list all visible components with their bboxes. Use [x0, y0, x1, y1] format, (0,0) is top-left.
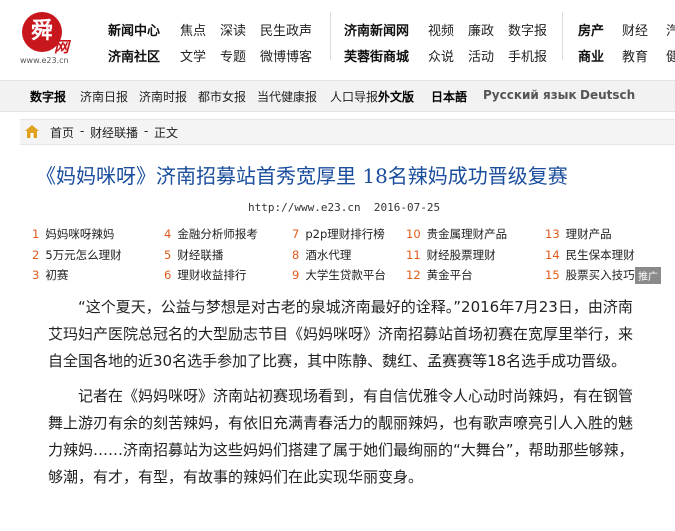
nav-link-minsheng[interactable]: 民生政声: [260, 20, 312, 39]
article-meta: http://www.e23.cn 2016-07-25: [248, 201, 440, 214]
nav-link-zhongshuo[interactable]: 众说: [428, 46, 454, 65]
nav-divider: [330, 12, 331, 60]
nav-link-literature[interactable]: 文学: [180, 46, 206, 65]
article-paragraph: “这个夏天，公益与梦想是对古老的泉城济南最好的诠释。”2016年7月23日，由济…: [48, 298, 634, 370]
related-link[interactable]: 5 财经联播: [164, 247, 223, 263]
breadcrumb-current: 正文: [154, 126, 179, 140]
article-source-url: http://www.e23.cn: [248, 201, 361, 214]
related-link[interactable]: 9 大学生贷款平台: [292, 267, 386, 283]
nav-link-finance[interactable]: 财经: [622, 20, 648, 39]
article-title: 《妈妈咪呀》济南招募站首秀宽厚里 18名辣妈成功晋级复赛: [36, 164, 568, 188]
breadcrumb-section[interactable]: 财经联播: [90, 124, 138, 141]
related-link[interactable]: 2 5万元怎么理财: [32, 247, 122, 263]
paper-link-jinan-daily[interactable]: 济南日报: [80, 88, 128, 105]
related-link[interactable]: 4 金融分析师报考: [164, 226, 258, 242]
nav-link-lianzheng[interactable]: 廉政: [468, 20, 494, 39]
related-link[interactable]: 7 p2p理财排行榜: [292, 226, 385, 242]
nav-link-video[interactable]: 视频: [428, 20, 454, 39]
nav-link-community[interactable]: 济南社区: [108, 46, 160, 65]
logo-suffix: 网: [54, 38, 70, 56]
article-paragraph: 记者在《妈妈咪呀》济南站初赛现场看到，有自信优雅令人心动时尚辣妈，有在钢管舞上游…: [48, 387, 634, 486]
nav-link-mobile-paper[interactable]: 手机报: [508, 46, 547, 65]
breadcrumb-separator: -: [144, 124, 149, 138]
breadcrumb-separator: -: [80, 124, 85, 138]
related-link[interactable]: 1 妈妈咪呀辣妈: [32, 226, 114, 242]
paper-link-population[interactable]: 人口导报: [330, 88, 378, 105]
breadcrumb: 首页 - 财经联播 - 正文: [20, 119, 675, 145]
related-link[interactable]: 15 股票买入技巧: [545, 267, 635, 283]
paper-link-women[interactable]: 都市女报: [198, 88, 246, 105]
nav-link-jinan-news[interactable]: 济南新闻网: [344, 20, 409, 39]
paper-link-japanese[interactable]: 日本語: [431, 88, 467, 105]
related-link[interactable]: 12 黄金平台: [406, 267, 473, 283]
site-logo[interactable]: 舜 网 www.e23.cn: [20, 8, 78, 66]
nav-link-mall[interactable]: 芙蓉街商城: [344, 46, 409, 65]
paper-link-russian[interactable]: Русский язык: [483, 88, 577, 102]
nav-link-education[interactable]: 教育: [622, 46, 648, 65]
related-link[interactable]: 8 酒水代理: [292, 247, 351, 263]
related-link[interactable]: 3 初赛: [32, 267, 68, 283]
nav-link-health[interactable]: 健: [666, 46, 675, 65]
related-link[interactable]: 10 贵金属理财产品: [406, 226, 507, 242]
nav-link-auto[interactable]: 汽: [666, 20, 675, 39]
house-icon: [25, 125, 39, 138]
paper-link-health[interactable]: 当代健康报: [257, 88, 317, 105]
paper-link-jinan-times[interactable]: 济南时报: [139, 88, 187, 105]
ad-badge[interactable]: 推广: [635, 267, 661, 284]
nav-link-business[interactable]: 商业: [578, 46, 604, 65]
nav-divider: [562, 12, 563, 60]
newspaper-bar: 数字报 济南日报 济南时报 都市女报 当代健康报 人口导报 外文版 日本語 Ру…: [0, 80, 675, 112]
nav-link-focus[interactable]: 焦点: [180, 20, 206, 39]
logo-url: www.e23.cn: [20, 56, 69, 65]
article-body: “这个夏天，公益与梦想是对古老的泉城济南最好的诠释。”2016年7月23日，由济…: [48, 294, 640, 499]
nav-link-deep[interactable]: 深读: [220, 20, 246, 39]
nav-link-digital-paper[interactable]: 数字报: [508, 20, 547, 39]
related-link[interactable]: 13 理财产品: [545, 226, 612, 242]
paper-link-digital[interactable]: 数字报: [30, 88, 66, 105]
paper-link-german[interactable]: Deutsch: [580, 88, 635, 102]
nav-link-activity[interactable]: 活动: [468, 46, 494, 65]
paper-link-foreign[interactable]: 外文版: [378, 88, 414, 105]
related-link[interactable]: 11 财经股票理财: [406, 247, 496, 263]
site-header: 舜 网 www.e23.cn 新闻中心 焦点 深读 民生政声 济南社区 文学 专…: [0, 0, 675, 76]
nav-link-news-center[interactable]: 新闻中心: [108, 20, 160, 39]
related-link[interactable]: 6 理财收益排行: [164, 267, 246, 283]
related-link[interactable]: 14 民生保本理财: [545, 247, 635, 263]
breadcrumb-home[interactable]: 首页: [50, 124, 74, 141]
nav-link-topics[interactable]: 专题: [220, 46, 246, 65]
related-links: 1 妈妈咪呀辣妈 4 金融分析师报考 7 p2p理财排行榜 10 贵金属理财产品 13 理…: [20, 220, 675, 288]
article-date: 2016-07-25: [373, 201, 441, 214]
nav-link-weibo[interactable]: 微博博客: [260, 46, 312, 65]
nav-link-house[interactable]: 房产: [578, 20, 604, 39]
